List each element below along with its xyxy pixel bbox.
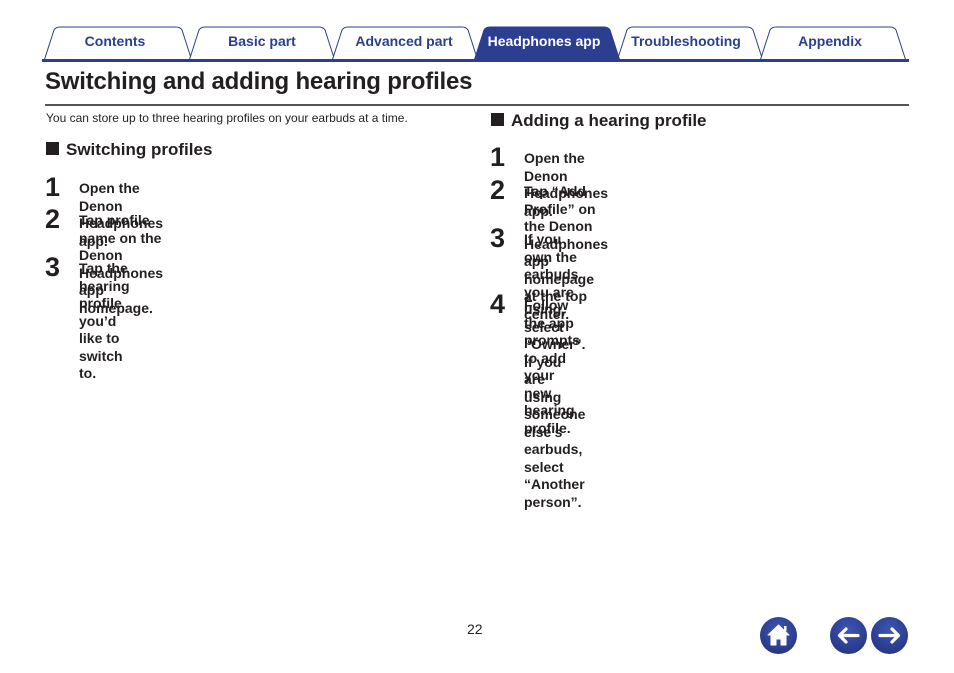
home-icon [767, 624, 790, 646]
previous-page-button[interactable] [830, 617, 867, 654]
step-number: 3 [45, 252, 61, 282]
tab-basic-part[interactable]: Basic part [209, 33, 315, 49]
step-text: Follow the app prompts to add your new h… [524, 297, 580, 436]
page-title: Switching and adding hearing profiles [45, 68, 473, 95]
title-divider [45, 104, 909, 106]
step-number: 3 [490, 223, 506, 253]
section-heading-switching: Switching profiles [46, 140, 212, 160]
step-text: Tap the hearing profile you’d like to sw… [79, 260, 130, 381]
square-bullet-icon [491, 113, 504, 126]
intro-text: You can store up to three hearing profil… [46, 111, 408, 125]
tab-bar: Contents Basic part Advanced part Headph… [42, 26, 910, 62]
section-heading-adding: Adding a hearing profile [491, 111, 707, 131]
square-bullet-icon [46, 142, 59, 155]
tab-contents[interactable]: Contents [64, 33, 166, 49]
step-number: 4 [490, 289, 506, 319]
arrow-right-icon [878, 627, 901, 644]
step-number: 2 [45, 204, 61, 234]
tab-appendix[interactable]: Appendix [778, 33, 882, 49]
section-heading-text: Switching profiles [66, 140, 213, 159]
tab-headphones-app[interactable]: Headphones app [482, 33, 606, 49]
step-number: 2 [490, 175, 506, 205]
section-heading-text: Adding a hearing profile [511, 111, 707, 130]
tab-troubleshooting[interactable]: Troubleshooting [626, 33, 746, 49]
arrow-left-icon [837, 627, 860, 644]
step-number: 1 [45, 172, 61, 202]
page-number: 22 [467, 621, 483, 637]
tab-advanced-part[interactable]: Advanced part [347, 33, 461, 49]
next-page-button[interactable] [871, 617, 908, 654]
step-number: 1 [490, 142, 506, 172]
home-button[interactable] [760, 617, 797, 654]
tab-underline [42, 59, 909, 62]
